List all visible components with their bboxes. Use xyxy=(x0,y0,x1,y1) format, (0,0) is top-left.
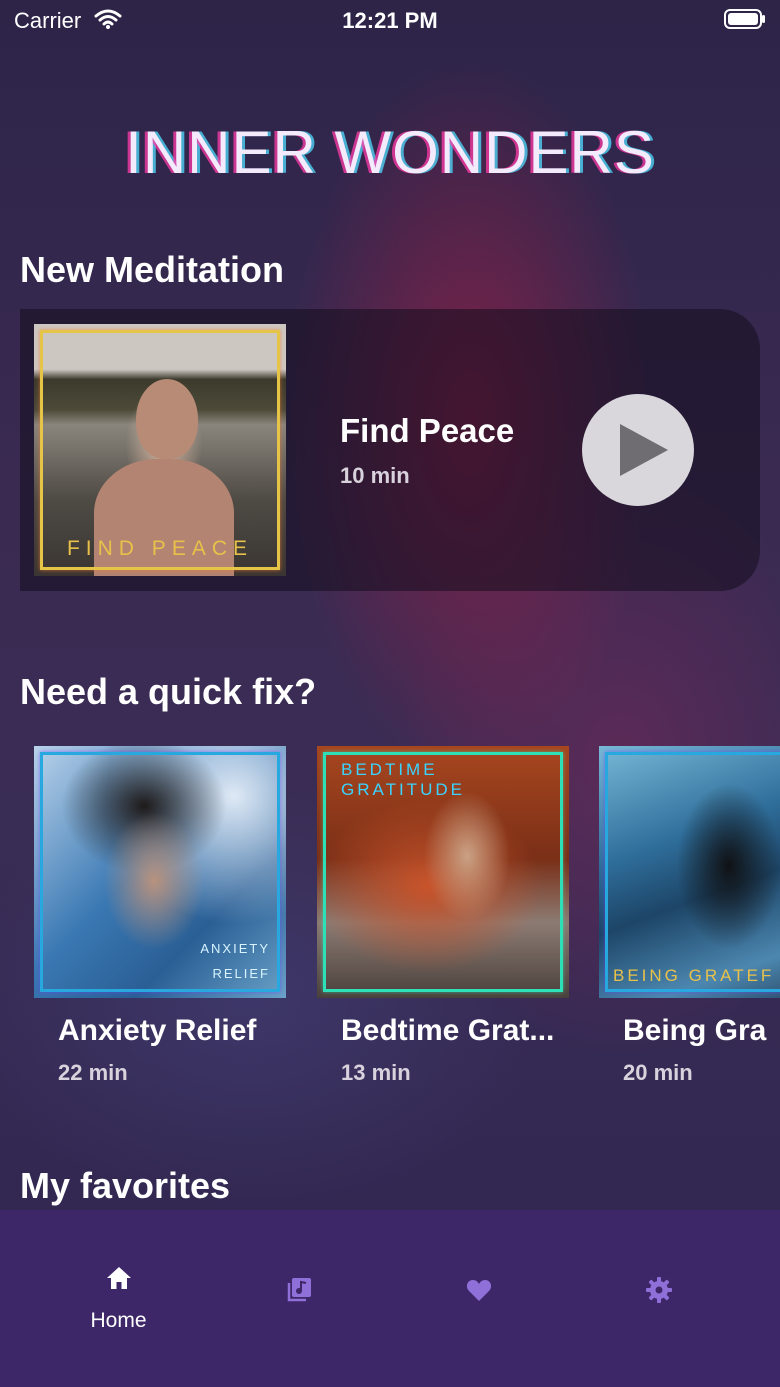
cover-caption: BEING GRATEF xyxy=(613,966,775,985)
quick-fix-card[interactable]: ANXIETY RELIEF Anxiety Relief 22 min xyxy=(34,746,286,1096)
quick-fix-cover-image: ANXIETY RELIEF xyxy=(34,746,286,998)
quick-fix-duration: 22 min xyxy=(58,1060,128,1085)
tab-favorites[interactable] xyxy=(382,1210,577,1330)
featured-cover-image: FIND PEACE xyxy=(34,324,286,576)
battery-icon xyxy=(724,9,765,29)
app-logo: INNER WONDERS xyxy=(125,119,655,186)
tab-settings[interactable] xyxy=(562,1210,757,1330)
quick-fix-cover-image: BEDTIME GRATITUDE xyxy=(317,746,569,998)
status-time: 12:21 PM xyxy=(342,8,438,33)
cover-caption: RELIEF xyxy=(212,966,270,981)
play-button[interactable] xyxy=(582,394,694,506)
quick-fix-cover-image: BEING GRATEF xyxy=(599,746,780,998)
quick-fix-carousel[interactable]: ANXIETY RELIEF Anxiety Relief 22 min BED… xyxy=(0,746,780,1106)
library-icon xyxy=(287,1278,311,1302)
cover-frame xyxy=(40,752,280,992)
tab-bar: Home xyxy=(0,1210,780,1387)
quick-fix-card[interactable]: BEING GRATEF Being Gra 20 min xyxy=(599,746,780,1096)
gear-icon xyxy=(646,1277,672,1303)
section-title-favorites: My favorites xyxy=(20,1165,231,1206)
quick-fix-card[interactable]: BEDTIME GRATITUDE Bedtime Grat... 13 min xyxy=(317,746,569,1096)
cover-caption: BEDTIME GRATITUDE xyxy=(341,760,465,799)
quick-fix-title: Bedtime Grat... xyxy=(341,1014,555,1047)
cover-frame xyxy=(40,330,280,570)
featured-meditation-card[interactable]: FIND PEACE Find Peace 10 min xyxy=(20,309,760,591)
tab-label-home: Home xyxy=(90,1309,147,1332)
cover-frame xyxy=(605,752,780,992)
quick-fix-duration: 20 min xyxy=(623,1060,693,1085)
heart-icon xyxy=(466,1280,492,1301)
quick-fix-title: Being Gra xyxy=(623,1014,767,1047)
featured-duration: 10 min xyxy=(340,463,410,488)
featured-title: Find Peace xyxy=(340,412,515,449)
section-title-quick-fix: Need a quick fix? xyxy=(20,671,317,712)
status-bar: Carrier 12:21 PM xyxy=(0,0,780,42)
quick-fix-duration: 13 min xyxy=(341,1060,411,1085)
tab-home[interactable]: Home xyxy=(21,1210,216,1332)
cover-caption: ANXIETY xyxy=(200,941,270,956)
featured-cover-caption: FIND PEACE xyxy=(66,537,254,560)
tab-library[interactable] xyxy=(202,1210,397,1330)
home-icon xyxy=(107,1267,131,1289)
section-title-new-meditation: New Meditation xyxy=(20,249,285,290)
play-icon xyxy=(620,424,668,476)
quick-fix-title: Anxiety Relief xyxy=(58,1014,257,1047)
